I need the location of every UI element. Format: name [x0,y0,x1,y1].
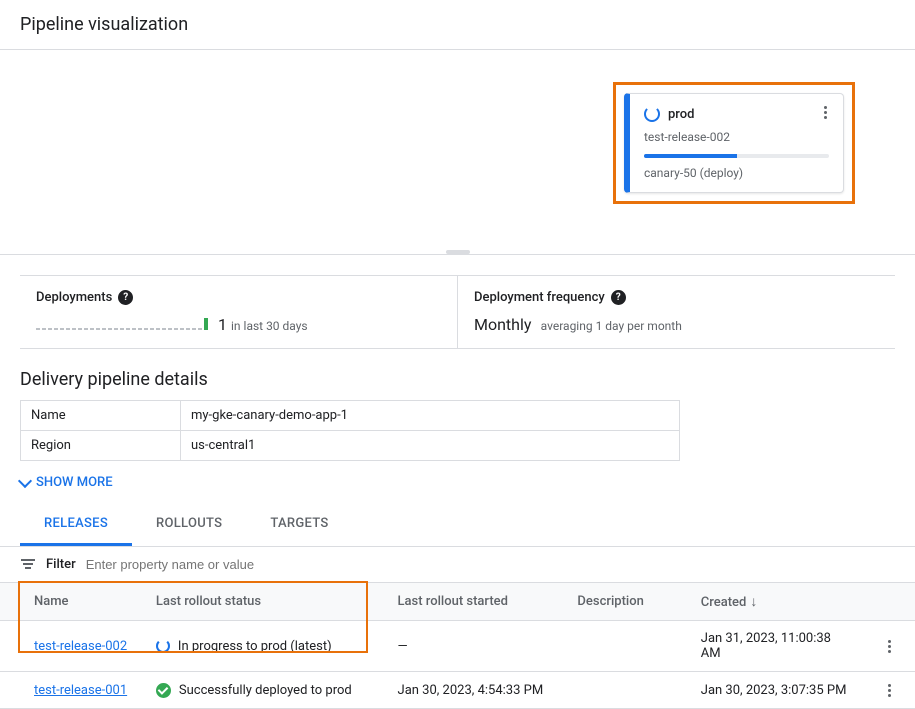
kebab-icon[interactable] [881,638,897,654]
th-status[interactable]: Last rollout status [144,583,386,621]
created-cell: Jan 30, 2023, 3:07:35 PM [689,672,864,709]
sort-desc-icon [750,593,757,610]
filter-input[interactable] [86,557,895,572]
details-name-label: Name [21,401,181,431]
frequency-detail: averaging 1 day per month [541,319,682,333]
deployments-metric: Deployments ? 1 in last 30 days [20,276,457,348]
target-name: prod [668,107,694,122]
highlight-box: prod test-release-002 canary-50 (deploy) [613,82,855,204]
frequency-metric: Deployment frequency ? Monthly averaging… [457,276,895,348]
kebab-icon[interactable] [881,682,897,698]
kebab-icon[interactable] [817,104,833,120]
deploy-period: in last 30 days [231,319,308,333]
table-row: test-release-002 In progress to prod (la… [0,621,915,672]
show-more-button[interactable]: SHOW MORE [0,461,915,504]
description-cell [565,672,688,709]
started-cell: — [386,621,566,672]
progress-bar [644,154,829,158]
description-cell [565,621,688,672]
tab-targets[interactable]: TARGETS [246,504,352,546]
details-title: Delivery pipeline details [0,369,915,400]
show-more-label: SHOW MORE [36,475,113,490]
th-actions [864,583,915,621]
help-icon[interactable]: ? [611,290,626,305]
status-text: In progress to prod (latest) [178,639,332,654]
th-started[interactable]: Last rollout started [386,583,566,621]
filter-bar: Filter [0,547,915,582]
drag-handle[interactable] [446,250,470,254]
release-link[interactable]: test-release-001 [34,683,127,698]
target-release: test-release-002 [644,130,829,144]
release-link[interactable]: test-release-002 [34,639,127,654]
table-row: test-release-001 Successfully deployed t… [0,672,915,709]
tab-releases[interactable]: RELEASES [20,504,132,546]
target-phase: canary-50 (deploy) [644,166,829,180]
filter-label: Filter [46,557,76,572]
tabs: RELEASES ROLLOUTS TARGETS [0,504,915,547]
pipeline-visualization: prod test-release-002 canary-50 (deploy) [0,50,915,255]
filter-icon[interactable] [20,559,36,571]
deploy-count: 1 [218,315,227,334]
frequency-label: Deployment frequency [474,290,605,305]
th-description[interactable]: Description [565,583,688,621]
target-card-prod[interactable]: prod test-release-002 canary-50 (deploy) [624,93,844,193]
releases-table: Name Last rollout status Last rollout st… [0,582,915,709]
help-icon[interactable]: ? [118,290,133,305]
started-cell: Jan 30, 2023, 4:54:33 PM [386,672,566,709]
chevron-down-icon [18,473,32,487]
frequency-value: Monthly [474,315,531,334]
details-table: Name my-gke-canary-demo-app-1 Region us-… [20,400,680,461]
page-title: Pipeline visualization [0,0,915,49]
details-region-label: Region [21,431,181,461]
deploy-sparkline [36,316,208,330]
created-cell: Jan 31, 2023, 11:00:38 AM [689,621,864,672]
th-created[interactable]: Created [689,583,864,621]
status-text: Successfully deployed to prod [179,683,352,698]
details-region-value: us-central1 [181,431,680,461]
spinner-icon [644,106,660,122]
spinner-icon [156,639,170,653]
th-name[interactable]: Name [0,583,144,621]
tab-rollouts[interactable]: ROLLOUTS [132,504,246,546]
details-name-value: my-gke-canary-demo-app-1 [181,401,680,431]
deployments-label: Deployments [36,290,112,305]
check-circle-icon [156,683,171,698]
